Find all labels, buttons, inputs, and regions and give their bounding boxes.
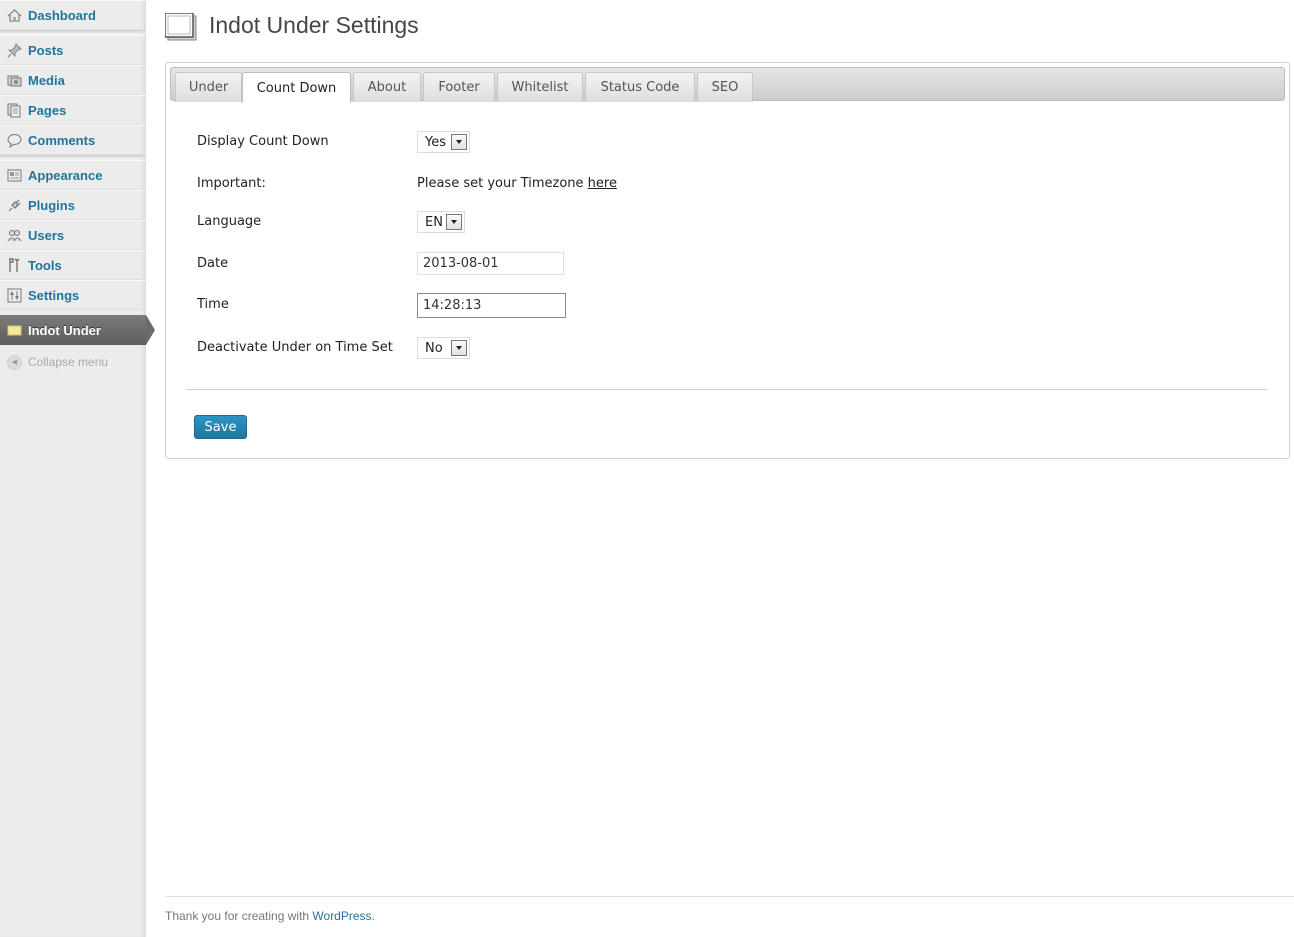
language-select[interactable]: EN: [417, 211, 465, 233]
appearance-icon: [6, 167, 22, 183]
timezone-note-text: Please set your Timezone: [417, 176, 588, 191]
tab-footer[interactable]: Footer: [423, 72, 495, 102]
tab-status-code[interactable]: Status Code: [585, 72, 695, 102]
sidebar-item-appearance[interactable]: Appearance: [0, 160, 145, 190]
settings-page-icon: [164, 12, 197, 41]
sidebar-item-label: Plugins: [28, 197, 75, 213]
sidebar-item-users[interactable]: Users: [0, 220, 145, 250]
sidebar-item-label: Appearance: [28, 167, 103, 183]
page-title: Indot Under Settings: [209, 12, 419, 38]
collapse-arrow-icon: ◀: [7, 354, 22, 370]
footer-suffix: .: [371, 909, 375, 923]
sidebar-item-label: Dashboard: [28, 7, 96, 23]
tab-whitelist[interactable]: Whitelist: [497, 72, 583, 102]
sidebar-item-label: Pages: [28, 102, 67, 118]
language-label: Language: [197, 214, 262, 229]
settings-icon: [6, 287, 22, 303]
sidebar-item-comments[interactable]: Comments: [0, 125, 145, 155]
media-icon: [6, 72, 22, 88]
footer-text: Thank you for creating with: [165, 909, 313, 923]
admin-sidebar: Dashboard Posts Media Pages Comments App…: [0, 0, 155, 937]
timezone-link[interactable]: here: [588, 176, 617, 191]
settings-panel: Under Count Down About Footer Whitelist …: [165, 62, 1290, 459]
tab-seo[interactable]: SEO: [697, 72, 753, 102]
plug-icon: [6, 197, 22, 213]
footer-divider: [165, 896, 1294, 897]
sidebar-item-label: Comments: [28, 132, 96, 148]
date-input[interactable]: [417, 252, 564, 275]
dashboard-icon: [6, 7, 22, 23]
folder-icon: [6, 322, 22, 338]
sidebar-item-label: Users: [28, 227, 65, 243]
display-countdown-label: Display Count Down: [197, 134, 329, 149]
sidebar-item-label: Posts: [28, 42, 64, 58]
sidebar-item-plugins[interactable]: Plugins: [0, 190, 145, 220]
sidebar-item-label: Tools: [28, 257, 62, 273]
comment-icon: [6, 132, 22, 148]
chevron-down-icon: [451, 134, 467, 150]
footer: Thank you for creating with WordPress.: [165, 909, 375, 923]
sidebar-item-label: Media: [28, 72, 65, 88]
sidebar-item-media[interactable]: Media: [0, 65, 145, 95]
sidebar-item-indot-under[interactable]: Indot Under: [0, 315, 155, 345]
sidebar-item-dashboard[interactable]: Dashboard: [0, 0, 145, 30]
pin-icon: [6, 42, 22, 58]
save-button[interactable]: Save: [194, 415, 247, 439]
collapse-menu-label: Collapse menu: [28, 355, 109, 369]
time-input[interactable]: [417, 293, 566, 318]
deactivate-label: Deactivate Under on Time Set: [197, 340, 393, 355]
users-icon: [6, 227, 22, 243]
deactivate-value: No: [425, 340, 443, 356]
menu-separator: [0, 155, 145, 159]
wordpress-link[interactable]: WordPress: [312, 909, 371, 923]
pages-icon: [6, 102, 22, 118]
tab-under[interactable]: Under: [175, 72, 242, 102]
sidebar-item-label: Settings: [28, 287, 80, 303]
tab-count-down[interactable]: Count Down: [242, 72, 351, 103]
important-label: Important:: [197, 176, 266, 191]
tab-about[interactable]: About: [353, 72, 421, 102]
sidebar-item-settings[interactable]: Settings: [0, 280, 145, 310]
tab-bar: Under Count Down About Footer Whitelist …: [170, 67, 1285, 103]
form-divider: [186, 389, 1267, 390]
deactivate-select[interactable]: No: [417, 337, 470, 359]
display-countdown-value: Yes: [425, 134, 446, 150]
timezone-note: Please set your Timezone here: [417, 176, 617, 191]
sidebar-item-posts[interactable]: Posts: [0, 35, 145, 65]
sidebar-item-tools[interactable]: Tools: [0, 250, 145, 280]
chevron-down-icon: [446, 214, 462, 230]
sidebar-item-pages[interactable]: Pages: [0, 95, 145, 125]
language-value: EN: [425, 214, 443, 230]
time-label: Time: [197, 297, 229, 312]
menu-separator: [0, 30, 145, 34]
collapse-menu-button[interactable]: ◀ Collapse menu: [0, 350, 108, 374]
date-label: Date: [197, 256, 229, 271]
display-countdown-select[interactable]: Yes: [417, 131, 470, 153]
tools-icon: [6, 257, 22, 273]
chevron-down-icon: [451, 340, 467, 356]
sidebar-item-label: Indot Under: [28, 322, 101, 338]
